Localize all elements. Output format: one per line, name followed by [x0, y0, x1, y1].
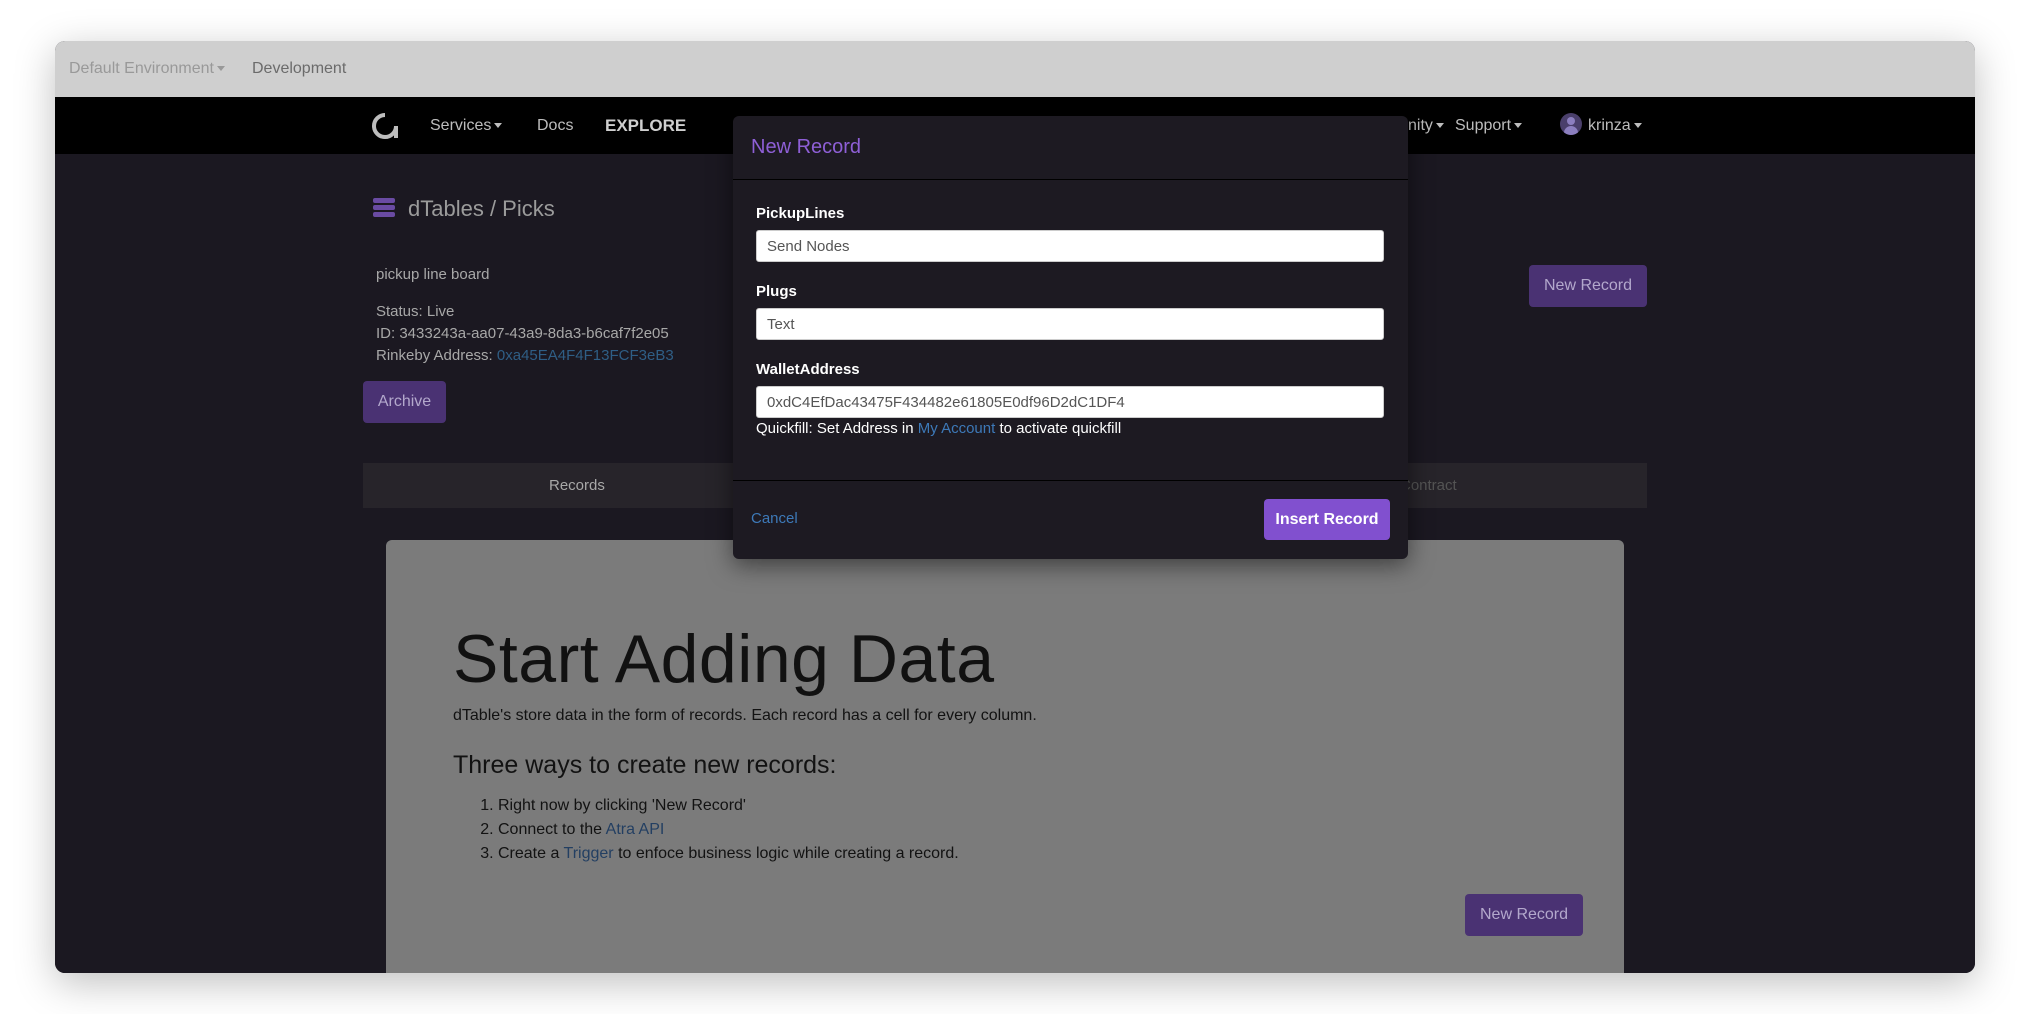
nav-services-label: Services [430, 117, 492, 134]
list-item: Connect to the Atra API [498, 818, 959, 842]
quickfill-hint: Quickfill: Set Address in My Account to … [756, 420, 1121, 437]
browser-window: Default Environment Development Services… [55, 41, 1975, 973]
plugs-field[interactable] [756, 308, 1384, 340]
database-icon [373, 198, 395, 220]
modal-title: New Record [751, 136, 862, 158]
pickuplines-label: PickupLines [756, 205, 845, 222]
empty-state-heading: Start Adding Data [453, 621, 995, 697]
nav-user-menu[interactable]: krinza [1588, 117, 1642, 135]
cancel-button[interactable]: Cancel [751, 510, 798, 527]
insert-record-button[interactable]: Insert Record [1264, 499, 1390, 540]
step-text: Connect to the [498, 821, 606, 838]
new-record-button[interactable]: New Record [1529, 265, 1647, 307]
quickfill-text: to activate quickfill [995, 420, 1122, 437]
tab-contract[interactable]: Contract [1400, 477, 1457, 494]
environment-label: Default Environment [69, 60, 214, 77]
walletaddress-field[interactable] [756, 386, 1384, 418]
nav-support-label: Support [1455, 117, 1512, 134]
nav-services[interactable]: Services [430, 117, 503, 135]
nav-support[interactable]: Support [1455, 117, 1523, 135]
divider [733, 480, 1408, 481]
tab-records[interactable]: Records [549, 477, 605, 494]
chevron-down-icon [494, 123, 503, 129]
new-record-modal: New Record PickupLines Plugs WalletAddre… [733, 116, 1408, 559]
list-item: Create a Trigger to enfoce business logi… [498, 842, 959, 866]
rinkeby-address-link[interactable]: 0xa45EA4F4F13FCF3eB3 [497, 347, 674, 364]
nav-explore[interactable]: EXPLORE [605, 116, 686, 136]
breadcrumb: dTables / Picks [408, 196, 555, 221]
chevron-down-icon [216, 66, 225, 72]
table-description: pickup line board [376, 266, 490, 283]
empty-state-panel: Start Adding Data dTable's store data in… [386, 540, 1624, 973]
chevron-down-icon [1514, 123, 1523, 129]
archive-button[interactable]: Archive [363, 381, 446, 423]
divider [733, 179, 1408, 180]
environment-bar: Default Environment Development [55, 41, 1975, 97]
step-text: to enfoce business logic while creating … [613, 845, 959, 862]
table-id: ID: 3433243a-aa07-43a9-8da3-b6caf7f2e05 [376, 325, 669, 342]
quickfill-text: Quickfill: Set Address in [756, 420, 918, 437]
environment-dropdown[interactable]: Default Environment [69, 60, 225, 78]
avatar-icon[interactable] [1560, 113, 1582, 135]
new-record-button-bottom[interactable]: New Record [1465, 894, 1583, 936]
ways-list: Right now by clicking 'New Record' Conne… [498, 794, 959, 866]
empty-state-subheading: Three ways to create new records: [453, 751, 837, 779]
nav-docs[interactable]: Docs [537, 117, 573, 135]
step-text: Right now by clicking 'New Record' [498, 797, 746, 814]
status-text: Status: Live [376, 303, 455, 320]
atra-api-link[interactable]: Atra API [606, 821, 665, 838]
empty-state-intro: dTable's store data in the form of recor… [453, 707, 1037, 724]
development-link[interactable]: Development [252, 60, 346, 78]
pickuplines-field[interactable] [756, 230, 1384, 262]
atra-logo-icon[interactable] [370, 112, 400, 140]
rinkeby-address: Rinkeby Address: 0xa45EA4F4F13FCF3eB3 [376, 347, 674, 364]
walletaddress-label: WalletAddress [756, 361, 860, 378]
chevron-down-icon [1435, 123, 1444, 129]
my-account-link[interactable]: My Account [918, 420, 996, 437]
rinkeby-label: Rinkeby Address: [376, 347, 497, 364]
user-name: krinza [1588, 117, 1631, 134]
trigger-link[interactable]: Trigger [564, 845, 614, 862]
step-text: Create a [498, 845, 564, 862]
list-item: Right now by clicking 'New Record' [498, 794, 959, 818]
chevron-down-icon [1633, 123, 1642, 129]
plugs-label: Plugs [756, 283, 797, 300]
